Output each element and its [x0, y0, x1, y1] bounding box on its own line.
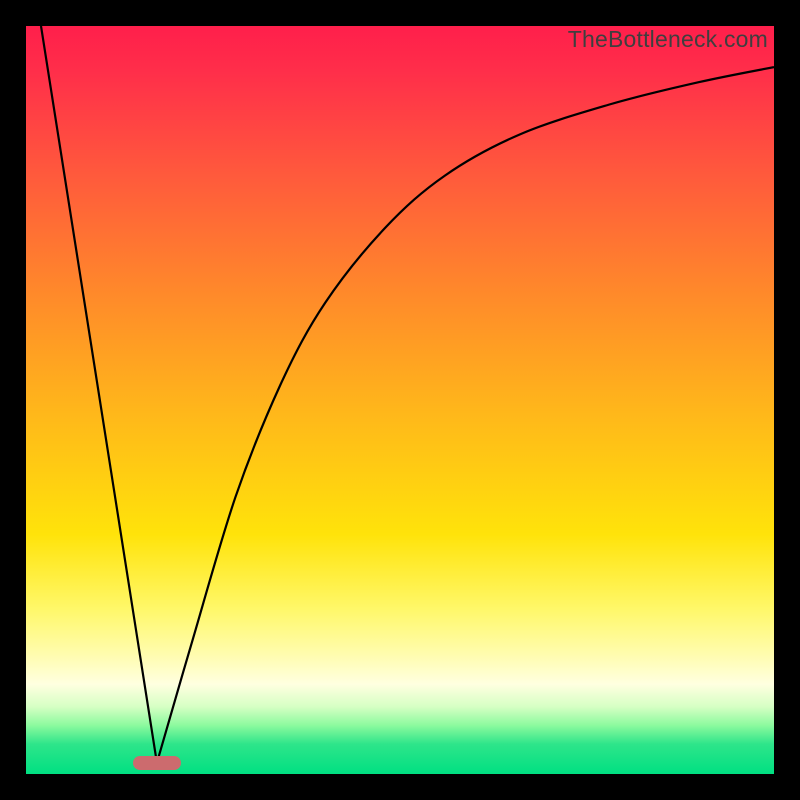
chart-plot-area: TheBottleneck.com [26, 26, 774, 774]
curve-path [41, 26, 774, 763]
minimum-marker [133, 756, 182, 770]
chart-curve [26, 26, 774, 774]
chart-frame: TheBottleneck.com [0, 0, 800, 800]
